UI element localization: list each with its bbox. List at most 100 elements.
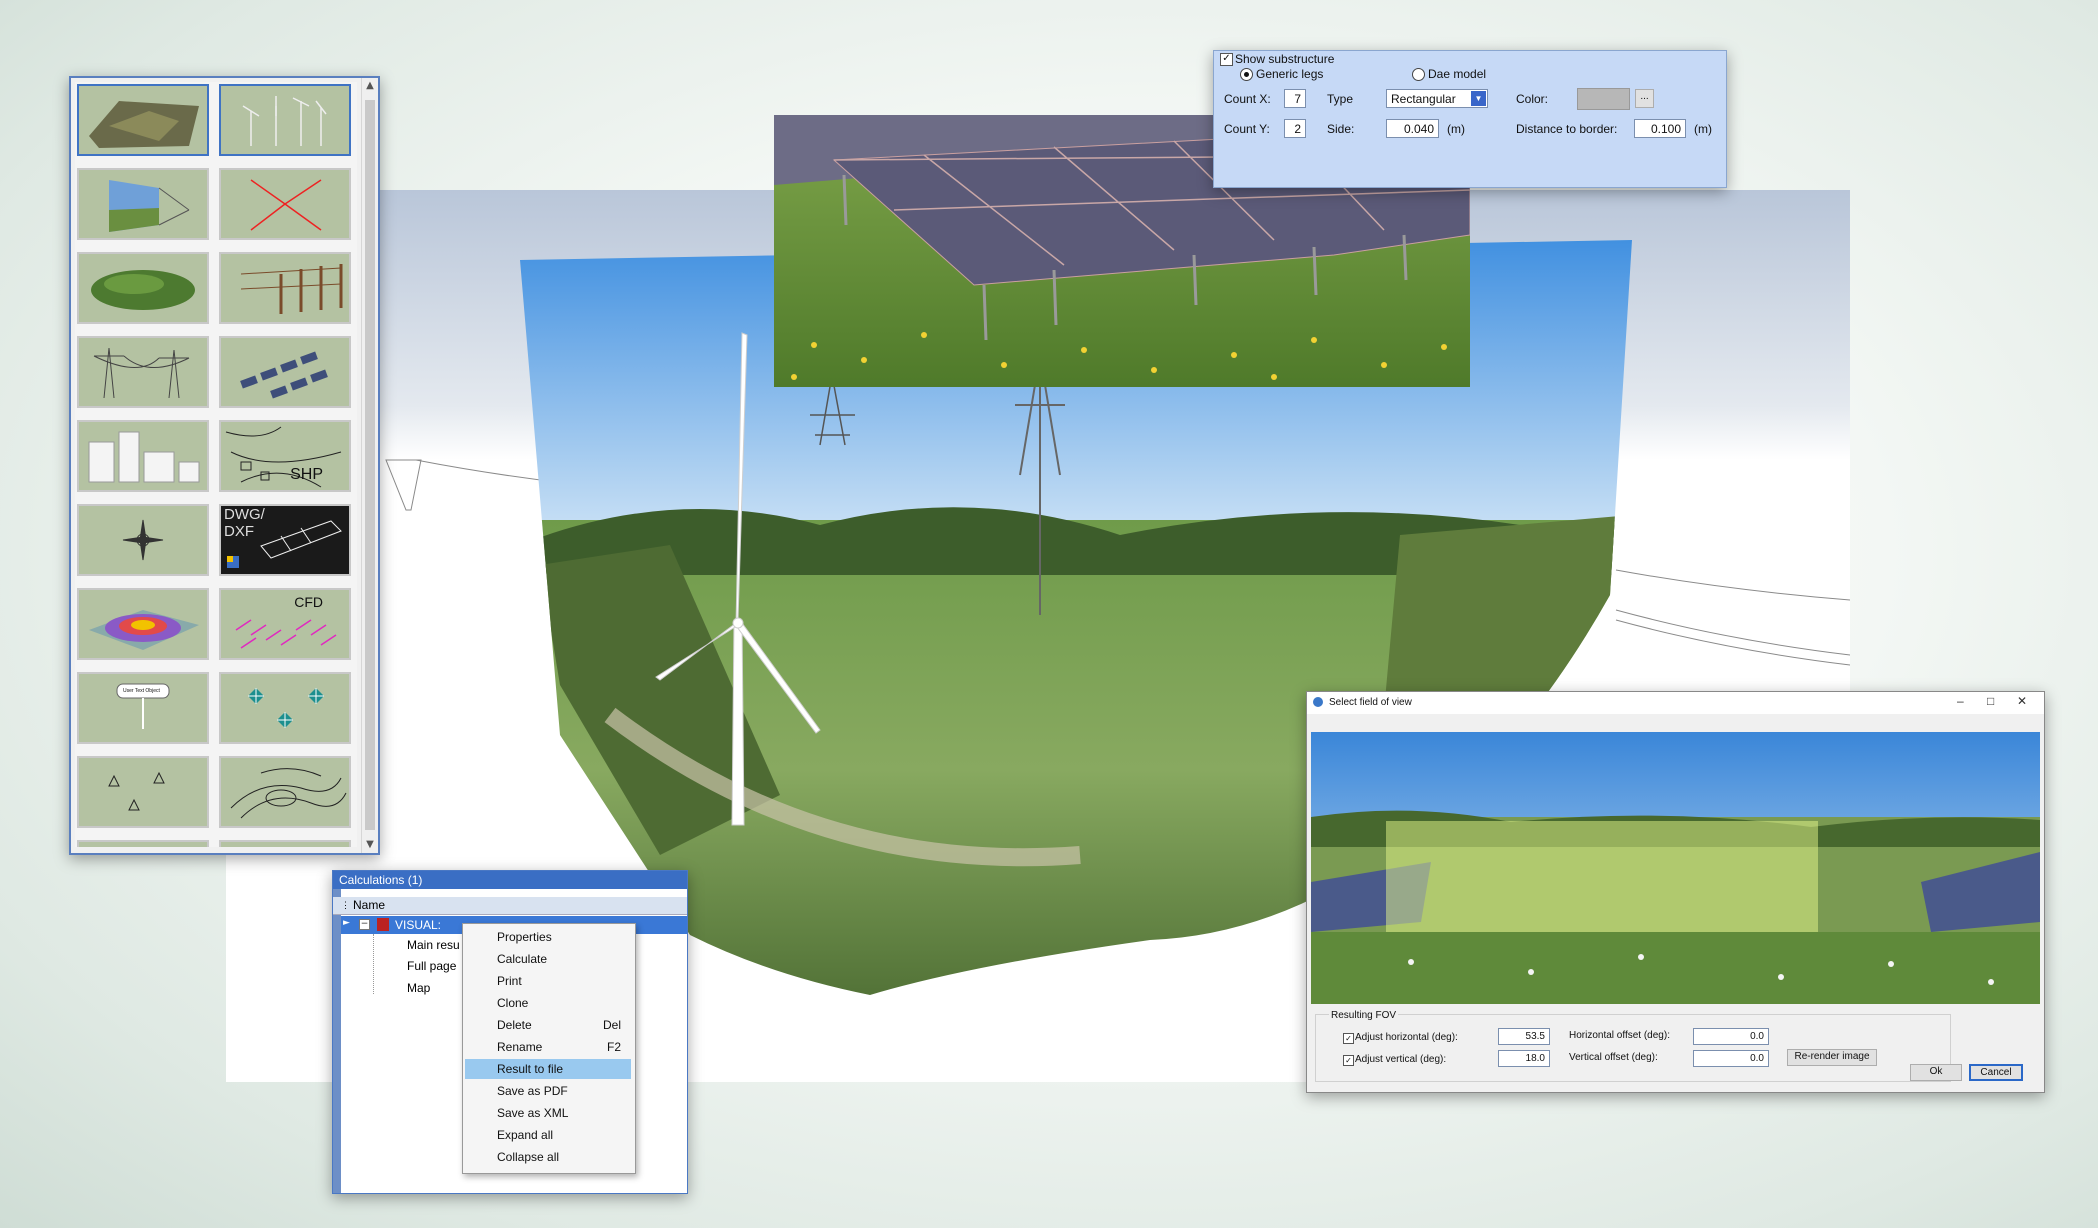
color-label: Color: bbox=[1516, 92, 1549, 106]
menu-collapse-all[interactable]: Collapse all bbox=[465, 1147, 631, 1167]
vertical-offset-input[interactable]: 0.0 bbox=[1693, 1050, 1769, 1067]
menu-rename-shortcut: F2 bbox=[606, 1040, 621, 1054]
palette-item-shp-import[interactable]: SHP bbox=[219, 420, 351, 492]
dae-model-radio[interactable] bbox=[1412, 68, 1425, 81]
column-handle-icon[interactable]: ⋮ bbox=[341, 897, 350, 914]
menu-clone[interactable]: Clone bbox=[465, 993, 631, 1013]
substructure-panel: ✓ Show substructure Generic legs Dae mod… bbox=[1213, 50, 1727, 188]
horizontal-offset-input[interactable]: 0.0 bbox=[1693, 1028, 1769, 1045]
palette-item-label: SHP bbox=[290, 466, 323, 483]
scroll-down-icon[interactable]: ▼ bbox=[362, 837, 378, 853]
palette-item-terrain[interactable] bbox=[77, 84, 209, 156]
menu-calculate[interactable]: Calculate bbox=[465, 949, 631, 969]
type-select[interactable]: Rectangular ▼ bbox=[1386, 89, 1488, 108]
palette-item-forest-area[interactable] bbox=[77, 252, 209, 324]
fov-selection-box bbox=[1386, 821, 1818, 941]
palette-item-partial[interactable] bbox=[77, 840, 209, 847]
count-x-label: Count X: bbox=[1224, 92, 1271, 106]
palette-item-contour-lines[interactable] bbox=[219, 756, 351, 828]
generic-legs-radio[interactable] bbox=[1240, 68, 1253, 81]
name-column-header[interactable]: Name bbox=[353, 897, 385, 914]
dropdown-arrow-icon[interactable]: ▼ bbox=[1471, 91, 1486, 106]
palette-item-wind-turbines[interactable] bbox=[219, 84, 351, 156]
tree-line bbox=[373, 934, 375, 994]
adjust-vertical-input[interactable]: 18.0 bbox=[1498, 1050, 1550, 1067]
palette-item-compass[interactable] bbox=[77, 504, 209, 576]
color-picker-button[interactable]: ... bbox=[1635, 89, 1654, 108]
visual-calc-icon bbox=[377, 918, 389, 931]
palette-item-solar-panels[interactable] bbox=[219, 336, 351, 408]
menu-save-xml-label: Save as XML bbox=[497, 1106, 569, 1120]
child-main-result[interactable]: Main resu bbox=[407, 938, 460, 952]
palette-scrollbar[interactable]: ▲ ▼ bbox=[361, 78, 378, 853]
horizontal-offset-label: Horizontal offset (deg): bbox=[1569, 1030, 1670, 1041]
scroll-thumb[interactable] bbox=[365, 100, 375, 830]
palette-item-power-lines[interactable] bbox=[77, 336, 209, 408]
vertical-offset-label: Vertical offset (deg): bbox=[1569, 1052, 1658, 1063]
menu-save-xml[interactable]: Save as XML bbox=[465, 1103, 631, 1123]
adjust-horizontal-input[interactable]: 53.5 bbox=[1498, 1028, 1550, 1045]
palette-item-heat-map[interactable] bbox=[77, 588, 209, 660]
rerender-image-button[interactable]: Re-render image bbox=[1787, 1049, 1877, 1066]
menu-delete[interactable]: Delete Del bbox=[465, 1015, 631, 1035]
close-icon[interactable]: ✕ bbox=[2017, 694, 2027, 708]
palette-item-photomontage[interactable] bbox=[77, 168, 209, 240]
menu-print[interactable]: Print bbox=[465, 971, 631, 991]
menu-rename-label: Rename bbox=[497, 1040, 543, 1054]
menu-save-pdf-label: Save as PDF bbox=[497, 1084, 568, 1098]
fov-titlebar: Select field of view – □ ✕ bbox=[1307, 692, 2044, 714]
palette-item-markers[interactable] bbox=[219, 672, 351, 744]
maximize-icon[interactable]: □ bbox=[1987, 694, 1994, 708]
palette-item-fence[interactable] bbox=[219, 252, 351, 324]
menu-rename[interactable]: Rename F2 bbox=[465, 1037, 631, 1057]
collapse-icon[interactable]: − bbox=[359, 919, 370, 930]
color-swatch[interactable] bbox=[1577, 88, 1630, 110]
palette-item-partial[interactable] bbox=[219, 840, 351, 847]
count-y-label: Count Y: bbox=[1224, 122, 1270, 136]
distance-border-label: Distance to border: bbox=[1516, 122, 1618, 136]
scroll-up-icon[interactable]: ▲ bbox=[362, 78, 378, 94]
menu-delete-label: Delete bbox=[497, 1018, 532, 1032]
menu-properties[interactable]: Properties bbox=[465, 927, 631, 947]
dae-model-label: Dae model bbox=[1428, 67, 1487, 81]
palette-grid: SHP DWG/ DXF CFD User Text Object bbox=[75, 82, 357, 847]
resulting-fov-label: Resulting FOV bbox=[1329, 1010, 1399, 1021]
show-substructure-checkbox[interactable]: ✓ bbox=[1220, 53, 1233, 66]
side-input[interactable]: 0.040 bbox=[1386, 119, 1439, 138]
adjust-horizontal-label: Adjust horizontal (deg): bbox=[1355, 1032, 1458, 1043]
count-y-input[interactable]: 2 bbox=[1284, 119, 1306, 138]
palette-item-dwg-dxf-import[interactable]: DWG/ DXF bbox=[219, 504, 351, 576]
menu-expand-all-label: Expand all bbox=[497, 1128, 554, 1142]
palette-item-text-object[interactable]: User Text Object bbox=[77, 672, 209, 744]
palette-item-directions[interactable] bbox=[219, 168, 351, 240]
visual-label: VISUAL: bbox=[395, 918, 442, 932]
context-menu: Properties Calculate Print Clone Delete D… bbox=[462, 923, 636, 1174]
cancel-button[interactable]: Cancel bbox=[1969, 1064, 2023, 1081]
palette-item-points[interactable] bbox=[77, 756, 209, 828]
menu-result-to-file-label: Result to file bbox=[497, 1062, 564, 1076]
count-x-input[interactable]: 7 bbox=[1284, 89, 1306, 108]
menu-properties-label: Properties bbox=[497, 930, 552, 944]
menu-delete-shortcut: Del bbox=[602, 1018, 621, 1032]
menu-save-pdf[interactable]: Save as PDF bbox=[465, 1081, 631, 1101]
calculations-title: Calculations (1) bbox=[333, 871, 687, 889]
palette-item-label: CFD bbox=[294, 594, 323, 610]
type-label: Type bbox=[1327, 92, 1354, 106]
adjust-vertical-checkbox[interactable]: ✓ bbox=[1343, 1055, 1354, 1066]
ok-button[interactable]: Ok bbox=[1910, 1064, 1962, 1081]
minimize-icon[interactable]: – bbox=[1957, 694, 1964, 708]
type-value: Rectangular bbox=[1391, 92, 1456, 106]
expand-arrow-icon[interactable]: ► bbox=[343, 918, 350, 928]
calc-left-gutter bbox=[333, 889, 341, 1193]
side-unit: (m) bbox=[1447, 122, 1465, 136]
adjust-horizontal-checkbox[interactable]: ✓ bbox=[1343, 1033, 1354, 1044]
palette-item-buildings[interactable] bbox=[77, 420, 209, 492]
menu-expand-all[interactable]: Expand all bbox=[465, 1125, 631, 1145]
distance-border-input[interactable]: 0.100 bbox=[1634, 119, 1686, 138]
palette-item-cfd-flow[interactable]: CFD bbox=[219, 588, 351, 660]
menu-clone-label: Clone bbox=[497, 996, 529, 1010]
child-map[interactable]: Map bbox=[407, 981, 430, 995]
menu-result-to-file[interactable]: Result to file bbox=[465, 1059, 631, 1079]
child-full-page[interactable]: Full page bbox=[407, 959, 456, 973]
side-label: Side: bbox=[1327, 122, 1355, 136]
